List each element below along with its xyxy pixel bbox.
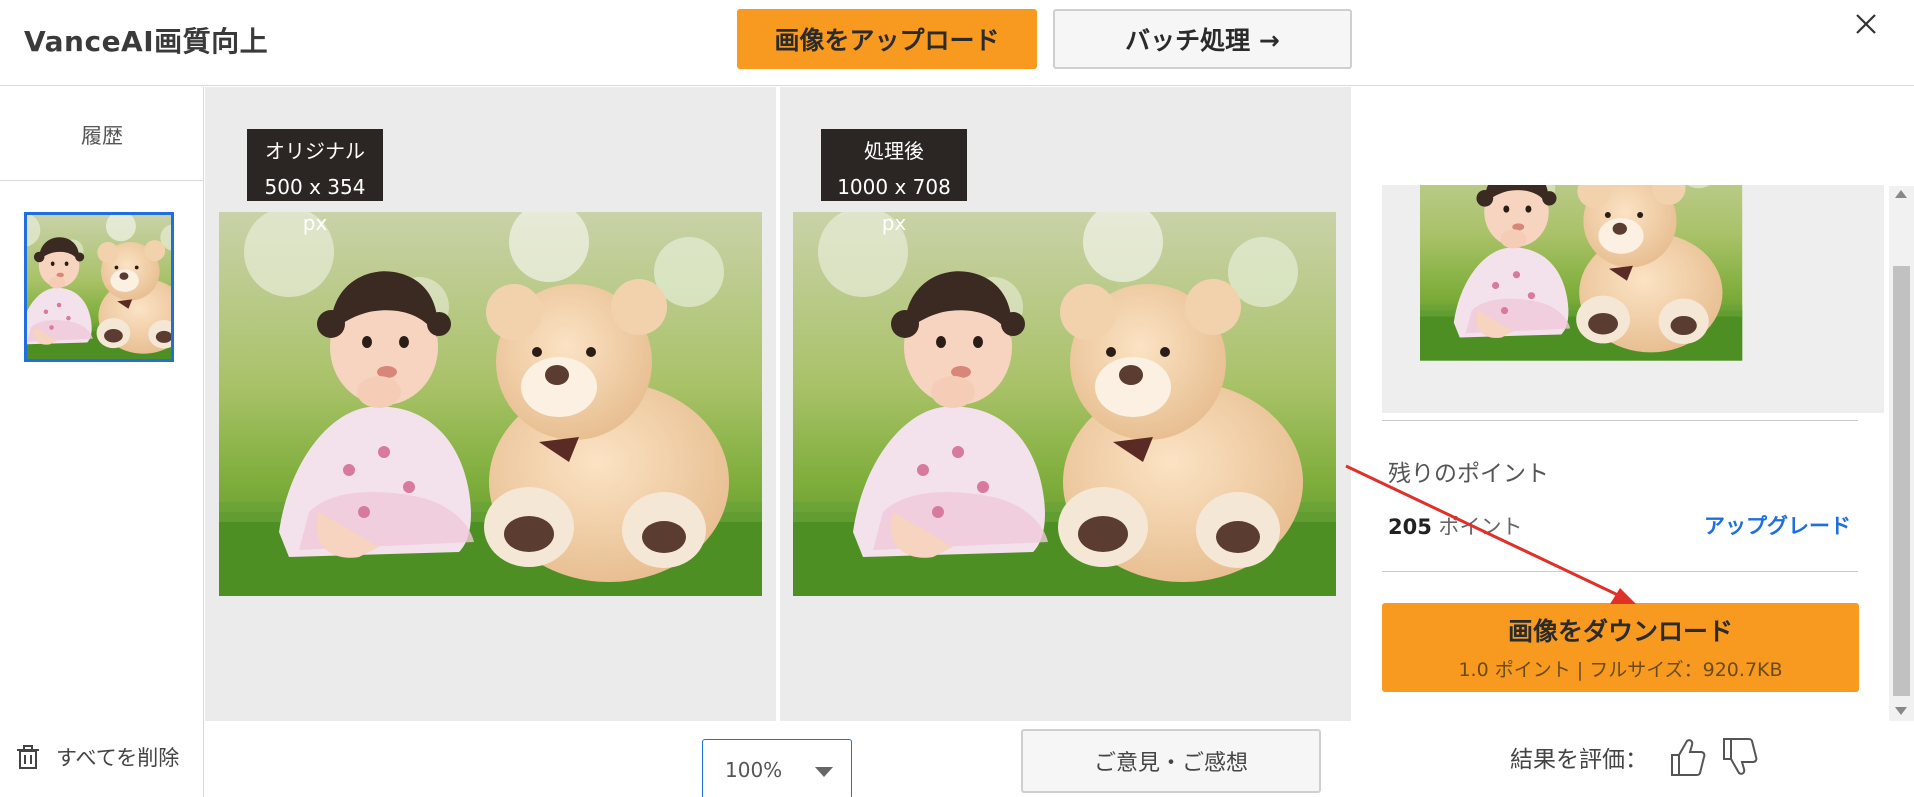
remaining-points-label: 残りのポイント (1388, 461, 1549, 487)
upgrade-link[interactable]: アップグレード (1704, 510, 1851, 540)
feedback-button[interactable]: ご意見・ご感想 (1021, 729, 1321, 793)
delete-all-button[interactable]: すべてを削除 (14, 742, 179, 772)
result-preview-image (1420, 185, 1846, 413)
compare-view: オリジナル 500 x 354 px 処理後 1000 x 708 px (205, 87, 1351, 721)
app-title: VanceAI画質向上 (24, 25, 269, 58)
points-balance: 205 ポイント (1388, 511, 1523, 541)
processed-image (793, 212, 1336, 596)
history-thumbnail-image (27, 215, 171, 359)
panel-divider (1382, 571, 1858, 572)
original-tag: オリジナル 500 x 354 px (247, 129, 383, 235)
chevron-down-icon (815, 767, 833, 777)
result-preview (1382, 185, 1884, 413)
zoom-select[interactable]: 100% (702, 739, 852, 797)
original-tag-title: オリジナル (265, 139, 365, 163)
scroll-down-arrow-icon[interactable] (1895, 707, 1907, 715)
original-image (219, 212, 762, 596)
download-subtitle: 1.0 ポイント | フルサイズ：920.7KB (1458, 659, 1783, 681)
batch-process-button[interactable]: バッチ処理 → (1053, 9, 1352, 69)
app-header: VanceAI画質向上 画像をアップロード バッチ処理 → (0, 0, 1914, 86)
result-panel: 残りのポイント 205 ポイント アップグレード 画像をダウンロード 1.0 ポ… (1352, 87, 1914, 797)
original-tag-size: 500 x 354 px (264, 175, 366, 235)
processed-tag-title: 処理後 (864, 139, 924, 163)
rate-label: 結果を評価： (1510, 747, 1648, 773)
compare-divider[interactable] (776, 87, 780, 721)
download-image-button[interactable]: 画像をダウンロード 1.0 ポイント | フルサイズ：920.7KB (1382, 603, 1859, 692)
close-button[interactable] (1848, 6, 1884, 42)
thumbs-up-icon[interactable] (1668, 735, 1708, 779)
panel-scrollbar[interactable] (1889, 186, 1914, 721)
close-icon (1856, 14, 1876, 34)
history-label: 履歴 (81, 124, 123, 148)
download-title: 画像をダウンロード (1507, 617, 1733, 646)
thumbs-down-icon[interactable] (1720, 735, 1760, 779)
history-thumbnail[interactable] (24, 212, 174, 362)
history-sidebar: 履歴 すべてを削除 (0, 87, 204, 797)
scroll-up-arrow-icon[interactable] (1895, 190, 1907, 198)
delete-all-label: すべてを削除 (56, 746, 180, 770)
trash-icon (17, 745, 39, 769)
scroll-thumb[interactable] (1893, 266, 1910, 696)
processed-tag-size: 1000 x 708 px (837, 175, 951, 235)
bottom-toolbar: 100% ご意見・ご感想 (205, 721, 1351, 797)
points-value: 205 (1388, 515, 1432, 539)
zoom-value: 100% (725, 758, 783, 782)
preview-divider (1382, 420, 1858, 421)
processed-tag: 処理後 1000 x 708 px (821, 129, 967, 235)
sidebar-divider (0, 180, 204, 181)
rate-result-row: 結果を評価： (1510, 735, 1760, 779)
points-unit: ポイント (1438, 515, 1523, 539)
upload-image-button[interactable]: 画像をアップロード (737, 9, 1037, 69)
